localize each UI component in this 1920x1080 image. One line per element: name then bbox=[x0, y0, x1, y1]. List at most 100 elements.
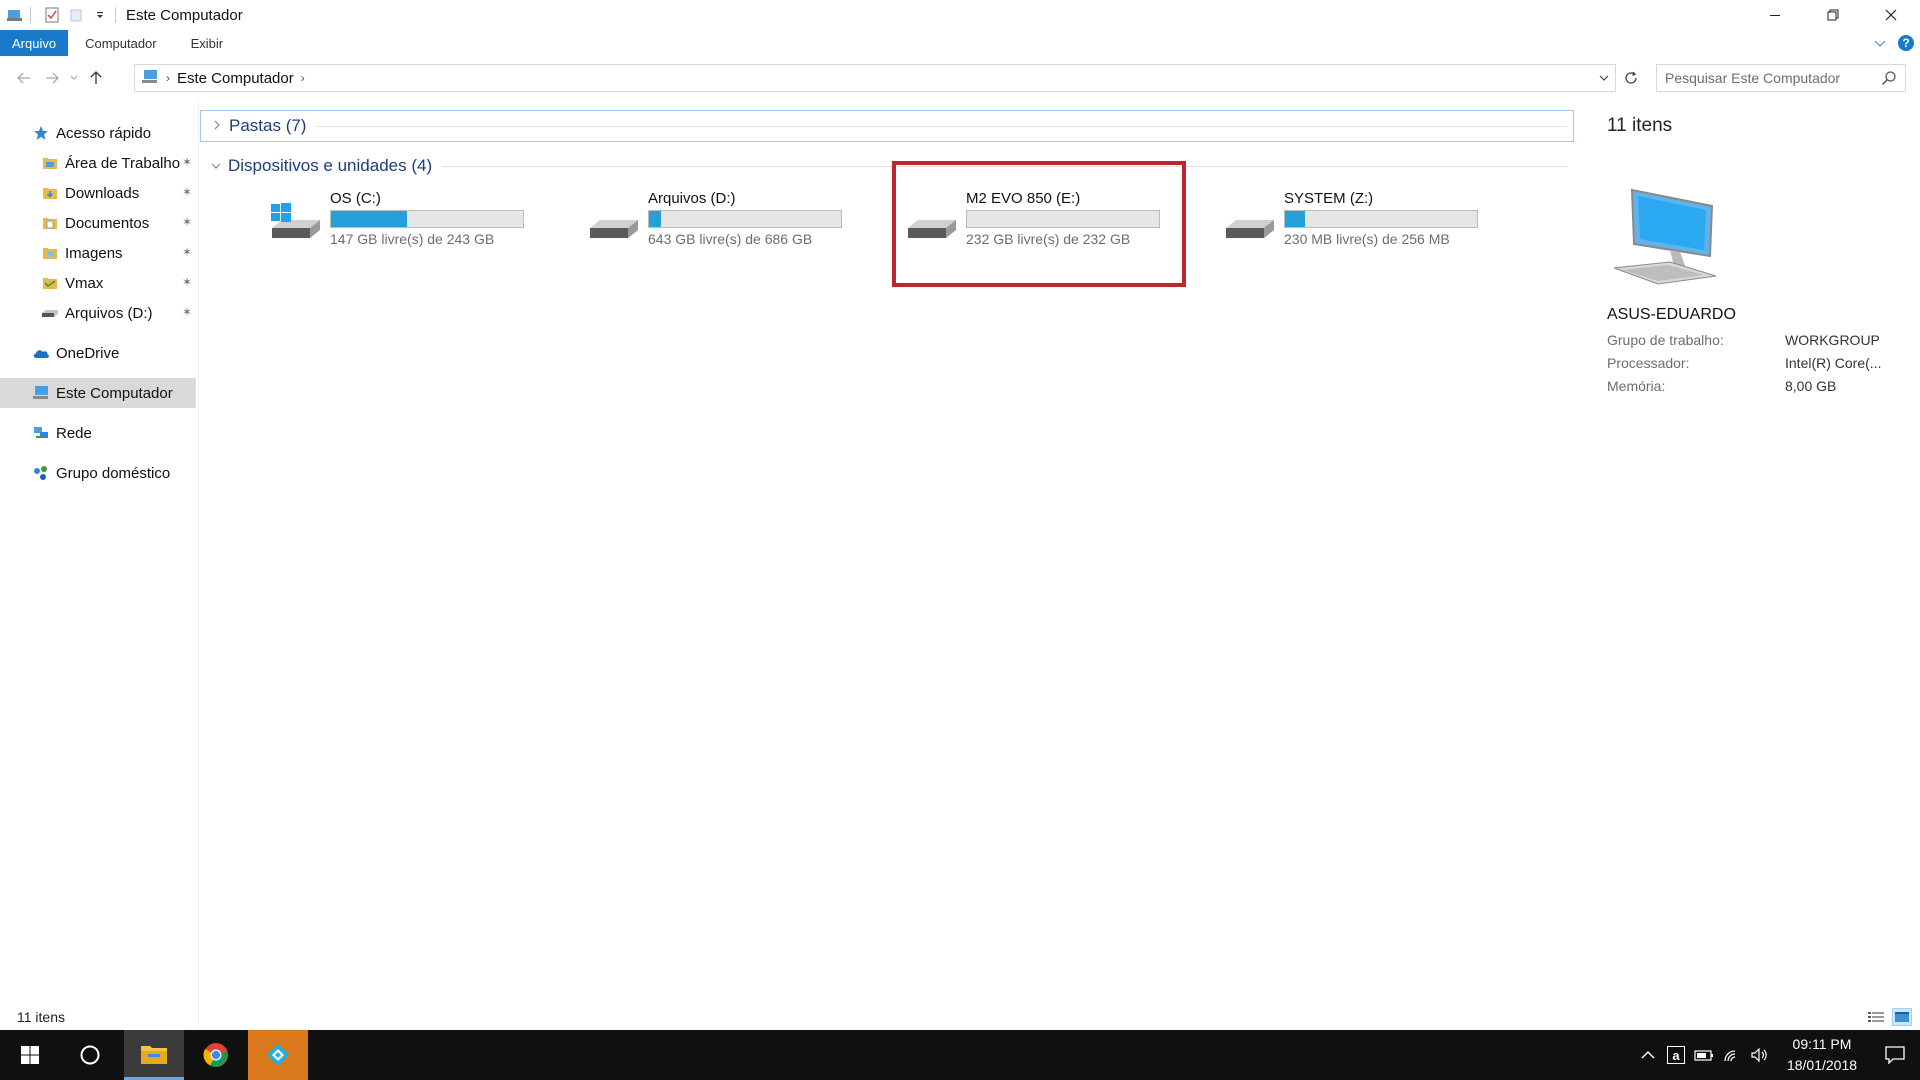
drive-usage-bar bbox=[1284, 210, 1478, 228]
pin-icon[interactable]: ✶ bbox=[182, 185, 192, 199]
wifi-icon[interactable] bbox=[1718, 1030, 1746, 1080]
recent-locations-icon[interactable] bbox=[66, 64, 82, 92]
group-header-pastas[interactable]: Pastas (7) bbox=[200, 110, 1574, 142]
properties-icon[interactable] bbox=[43, 6, 61, 24]
clock-date: 18/01/2018 bbox=[1786, 1057, 1858, 1073]
hard-drive-icon bbox=[1222, 202, 1278, 246]
clock[interactable]: 09:11 PM 18/01/2018 bbox=[1774, 1034, 1870, 1076]
documents-folder-icon bbox=[41, 214, 59, 232]
drive-usage-fill bbox=[649, 211, 662, 227]
status-bar: 11 itens bbox=[0, 1004, 1920, 1030]
pin-icon[interactable]: ✶ bbox=[182, 155, 192, 169]
folder-icon bbox=[41, 274, 59, 292]
details-pane: 11 itens ASUS-EDUARDO Grupo de trabalho:… bbox=[1592, 98, 1920, 998]
drive-free-space: 147 GB livre(s) de 243 GB bbox=[330, 231, 495, 247]
details-view-icon[interactable] bbox=[1866, 1008, 1886, 1026]
sidebar-item-arquivos-d[interactable]: Arquivos (D:) ✶ bbox=[0, 298, 196, 328]
sidebar-item-rede[interactable]: Rede bbox=[0, 418, 196, 448]
title-bar: Este Computador bbox=[0, 0, 1920, 30]
chevron-up-icon[interactable] bbox=[1634, 1030, 1662, 1080]
help-button[interactable]: ? bbox=[1898, 35, 1914, 51]
drive-tile-d[interactable]: Arquivos (D:) 643 GB livre(s) de 686 GB bbox=[586, 184, 856, 254]
new-folder-icon[interactable] bbox=[67, 6, 85, 24]
ribbon-right-controls: ? bbox=[1874, 30, 1914, 56]
chevron-right-icon[interactable] bbox=[207, 119, 227, 133]
app-tray-icon[interactable]: a bbox=[1662, 1030, 1690, 1080]
computer-name: ASUS-EDUARDO bbox=[1607, 306, 1736, 323]
drive-usage-bar bbox=[648, 210, 842, 228]
explorer-app-icon[interactable] bbox=[6, 6, 24, 24]
drive-name: OS (C:) bbox=[330, 190, 381, 207]
details-item-count: 11 itens bbox=[1607, 115, 1673, 136]
detail-key-workgroup: Grupo de trabalho: bbox=[1607, 332, 1724, 348]
network-icon bbox=[32, 424, 50, 442]
system-tray: a 09:11 PM 18/01/2018 bbox=[1634, 1030, 1920, 1080]
sidebar-item-downloads[interactable]: Downloads ✶ bbox=[0, 178, 196, 208]
pin-icon[interactable]: ✶ bbox=[182, 245, 192, 259]
drive-tile-z[interactable]: SYSTEM (Z:) 230 MB livre(s) de 256 MB bbox=[1222, 184, 1492, 254]
computer-icon bbox=[141, 69, 159, 87]
forward-arrow-icon[interactable] bbox=[38, 64, 66, 92]
pane-divider[interactable] bbox=[198, 98, 199, 1030]
detail-value-processor: Intel(R) Core(... bbox=[1785, 355, 1882, 371]
customize-toolbar-icon[interactable] bbox=[91, 6, 109, 24]
group-header-dispositivos[interactable]: Dispositivos e unidades (4) bbox=[200, 150, 1574, 182]
drive-tile-c[interactable]: OS (C:) 147 GB livre(s) de 243 GB bbox=[268, 184, 538, 254]
action-center-icon[interactable] bbox=[1870, 1030, 1920, 1080]
window-title: Este Computador bbox=[126, 6, 243, 24]
search-box[interactable] bbox=[1656, 64, 1906, 92]
breadcrumb-este-computador[interactable]: Este Computador bbox=[177, 70, 294, 87]
back-arrow-icon[interactable] bbox=[10, 64, 38, 92]
search-input[interactable] bbox=[1665, 70, 1865, 86]
pin-icon[interactable]: ✶ bbox=[182, 215, 192, 229]
sidebar-item-imagens[interactable]: Imagens ✶ bbox=[0, 238, 196, 268]
drive-free-space: 230 MB livre(s) de 256 MB bbox=[1284, 231, 1450, 247]
breadcrumb-chevron-icon[interactable]: › bbox=[166, 71, 170, 85]
cortana-search-icon[interactable] bbox=[60, 1030, 120, 1080]
detail-key-processor: Processador: bbox=[1607, 355, 1690, 371]
address-history-dropdown[interactable] bbox=[1593, 65, 1615, 91]
expand-ribbon-icon[interactable] bbox=[1874, 35, 1886, 51]
sidebar-item-este-computador[interactable]: Este Computador bbox=[0, 378, 196, 408]
tab-computador[interactable]: Computador bbox=[68, 30, 174, 56]
sidebar-item-documentos[interactable]: Documentos ✶ bbox=[0, 208, 196, 238]
pin-icon[interactable]: ✶ bbox=[182, 305, 192, 319]
sidebar-item-onedrive[interactable]: OneDrive bbox=[0, 338, 196, 368]
battery-icon[interactable] bbox=[1690, 1030, 1718, 1080]
drive-name: Arquivos (D:) bbox=[648, 190, 736, 207]
group-divider-line bbox=[316, 125, 1567, 127]
sidebar-item-area-de-trabalho[interactable]: Área de Trabalho ✶ bbox=[0, 148, 196, 178]
pin-icon[interactable]: ✶ bbox=[182, 275, 192, 289]
up-arrow-icon[interactable] bbox=[82, 64, 110, 92]
sidebar-item-vmax[interactable]: Vmax ✶ bbox=[0, 268, 196, 298]
file-explorer-taskbar-icon[interactable] bbox=[124, 1030, 184, 1080]
close-button[interactable] bbox=[1862, 0, 1920, 30]
taskbar: a 09:11 PM 18/01/2018 bbox=[0, 1030, 1920, 1080]
volume-icon[interactable] bbox=[1746, 1030, 1774, 1080]
search-icon[interactable] bbox=[1881, 70, 1897, 86]
tab-exibir[interactable]: Exibir bbox=[174, 30, 241, 56]
view-switcher bbox=[1866, 1008, 1912, 1026]
chrome-taskbar-icon[interactable] bbox=[186, 1030, 246, 1080]
separator bbox=[30, 7, 31, 23]
chevron-down-icon[interactable] bbox=[206, 159, 226, 173]
star-icon bbox=[32, 124, 50, 142]
sidebar-item-grupo-domestico[interactable]: Grupo doméstico bbox=[0, 458, 196, 488]
drive-usage-fill bbox=[331, 211, 407, 227]
breadcrumb-chevron-icon[interactable]: › bbox=[301, 71, 305, 85]
windows-start-icon[interactable] bbox=[0, 1030, 60, 1080]
tab-arquivo[interactable]: Arquivo bbox=[0, 30, 69, 56]
large-icons-view-icon[interactable] bbox=[1892, 1008, 1912, 1026]
restore-button[interactable] bbox=[1804, 0, 1862, 30]
refresh-icon[interactable] bbox=[1618, 64, 1644, 92]
minimize-button[interactable] bbox=[1746, 0, 1804, 30]
kodi-taskbar-icon[interactable] bbox=[248, 1030, 308, 1080]
drive-free-space: 643 GB livre(s) de 686 GB bbox=[648, 231, 813, 247]
drive-icon bbox=[41, 304, 59, 322]
homegroup-icon bbox=[32, 464, 50, 482]
detail-value-workgroup: WORKGROUP bbox=[1785, 332, 1880, 348]
status-item-count: 11 itens bbox=[17, 1009, 65, 1025]
sidebar-item-acesso-rapido[interactable]: Acesso rápido bbox=[0, 118, 196, 148]
address-bar[interactable]: › Este Computador › bbox=[134, 64, 1616, 92]
separator bbox=[115, 7, 116, 23]
